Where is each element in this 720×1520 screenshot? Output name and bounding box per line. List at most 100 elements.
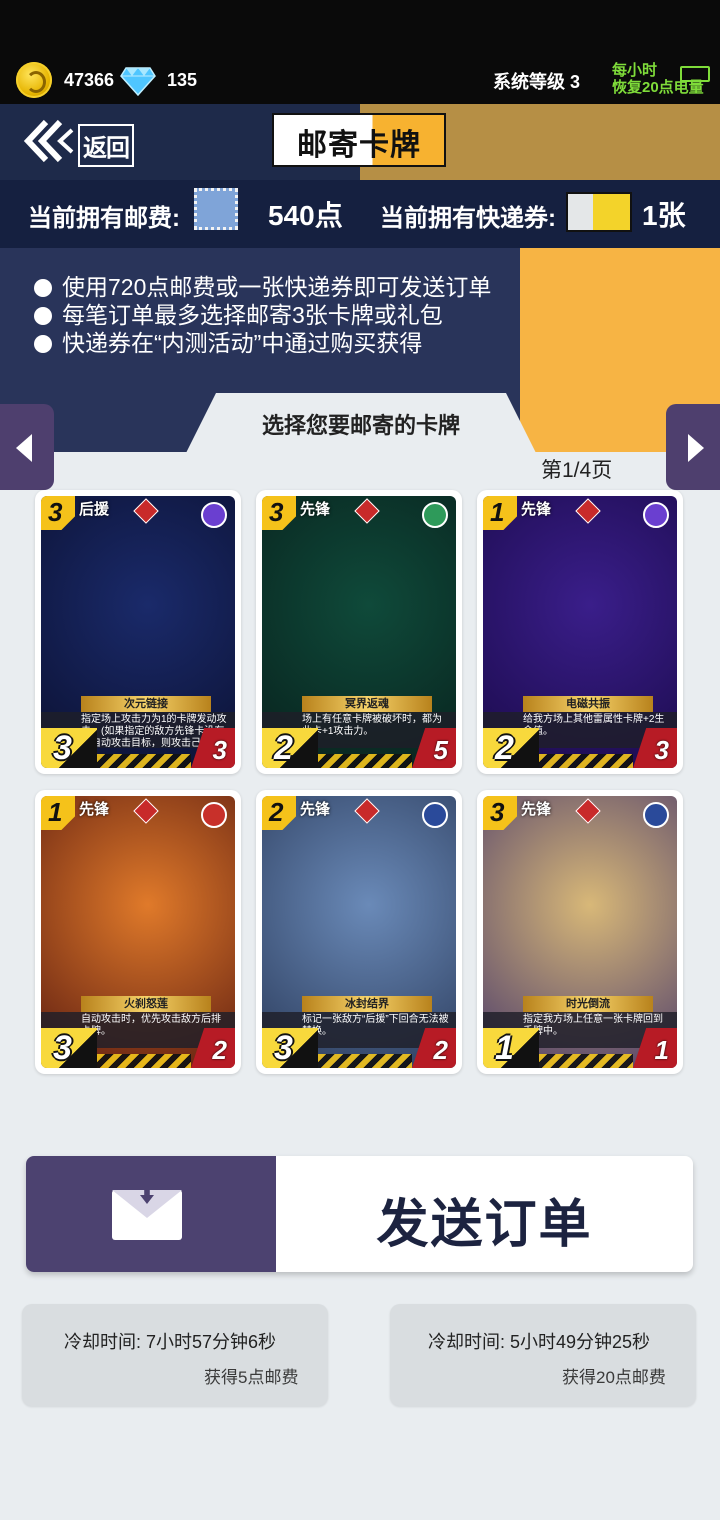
hazard-stripe (539, 1054, 633, 1068)
hazard-stripe (539, 754, 633, 768)
cooldown-box-2[interactable] (390, 1304, 696, 1406)
card-item[interactable]: 3 先锋 冥界返魂 场上有任意卡牌被破坏时，都为此卡+1攻击力。 2 5 (256, 490, 462, 774)
stamp-icon (194, 188, 238, 230)
bullet-icon (34, 335, 52, 353)
cooldown-box-1[interactable] (22, 1304, 328, 1406)
back-label[interactable]: 返回 (78, 124, 134, 167)
card-art: 3 先锋 冥界返魂 场上有任意卡牌被破坏时，都为此卡+1攻击力。 2 5 (262, 496, 456, 768)
postage-label: 当前拥有邮费: (28, 205, 180, 232)
system-level: 系统等级 3 (493, 72, 581, 92)
card-cost: 1 (490, 497, 505, 527)
card-name: 时光倒流 (523, 996, 653, 1012)
class-icon (133, 798, 159, 824)
voucher-value: 1张 (642, 200, 686, 231)
cooldown-reward: 获得5点邮费 (204, 1368, 299, 1387)
info-line: 每笔订单最多选择邮寄3张卡牌或礼包 (34, 301, 443, 329)
card-attack: 3 (53, 729, 72, 767)
coin-count: 47366 (64, 70, 115, 90)
card-name: 电磁共振 (523, 696, 653, 712)
hazard-stripe (97, 754, 191, 768)
card-health: 3 (212, 735, 227, 765)
card-name: 冥界返魂 (302, 696, 432, 712)
card-item[interactable]: 3 后援 次元链接 指定场上攻击力为1的卡牌发动攻击。(如果指定的敌方先锋卡没有可自动… (35, 490, 241, 774)
card-art: 2先锋冰封结界标记一张敌方“后援”下回合无法被替换。32 (262, 796, 456, 1068)
card-name: 火刹怒莲 (81, 996, 211, 1012)
card-cost-badge: 3 (483, 796, 517, 830)
card-health: 1 (654, 1035, 669, 1065)
card-cost-badge: 1 (41, 796, 75, 830)
page-indicator: 第1/4页 (541, 459, 613, 482)
class-icon (354, 798, 380, 824)
card-name: 冰封结界 (302, 996, 432, 1012)
card-art: 1先锋电磁共振给我方场上其他雷属性卡牌+2生命值。23 (483, 496, 677, 768)
send-order-label[interactable]: 发送订单 (276, 1182, 693, 1257)
arrow-right-icon (688, 434, 704, 462)
card-item[interactable]: 1先锋火刹怒莲自动攻击时，优先攻击敌方后排卡牌。32 (35, 790, 241, 1074)
element-icon (201, 502, 227, 528)
card-type: 先锋 (79, 801, 110, 818)
card-attack-badge: 3 (262, 1028, 318, 1068)
card-attack: 3 (274, 1029, 293, 1067)
hazard-stripe (318, 1054, 412, 1068)
card-cost: 3 (490, 797, 505, 827)
ticket-notch (290, 1164, 304, 1178)
card-health: 2 (433, 1035, 448, 1065)
card-cost: 2 (269, 797, 284, 827)
card-item[interactable]: 3 先锋 时光倒流 指定我方场上任意一张卡牌回到手牌中。 1 1 (477, 790, 683, 1074)
prev-page-button[interactable] (0, 404, 54, 490)
card-art: 3 先锋 时光倒流 指定我方场上任意一张卡牌回到手牌中。 1 1 (483, 796, 677, 1068)
card-cost: 1 (48, 797, 63, 827)
card-type: 先锋 (521, 801, 552, 818)
card-attack: 1 (495, 1029, 514, 1067)
bullet-icon (34, 279, 52, 297)
class-icon (575, 498, 601, 524)
next-page-button[interactable] (666, 404, 720, 490)
postage-value: 540点 (268, 200, 343, 231)
card-cost: 3 (48, 497, 63, 527)
arrow-left-icon (16, 434, 32, 462)
element-icon (201, 802, 227, 828)
card-cost: 3 (269, 497, 284, 527)
card-cost-badge: 3 (41, 496, 75, 530)
hazard-stripe (318, 754, 412, 768)
class-icon (133, 498, 159, 524)
element-icon (422, 502, 448, 528)
card-item[interactable]: 2先锋冰封结界标记一张敌方“后援”下回合无法被替换。32 (256, 790, 462, 1074)
battery-icon (680, 66, 710, 82)
diamond-icon (120, 67, 156, 96)
card-attack-badge: 2 (262, 728, 318, 768)
card-attack: 3 (53, 1029, 72, 1067)
class-icon (354, 498, 380, 524)
gem-count: 135 (167, 70, 198, 90)
class-icon (575, 798, 601, 824)
element-icon (643, 502, 669, 528)
info-line: 快递券在“内测活动”中通过购买获得 (34, 329, 422, 357)
cooldown-time: 冷却时间: 5小时49分钟25秒 (428, 1332, 651, 1352)
card-health: 3 (654, 735, 669, 765)
element-icon (643, 802, 669, 828)
coin-icon (16, 62, 52, 98)
express-voucher-icon (566, 192, 632, 232)
info-line: 使用720点邮费或一张快递券即可发送订单 (34, 273, 491, 301)
card-attack-badge: 1 (483, 1028, 539, 1068)
card-cost-badge: 1 (483, 496, 517, 530)
card-cost-badge: 2 (262, 796, 296, 830)
voucher-label: 当前拥有快递券: (380, 205, 556, 232)
card-attack-badge: 3 (41, 1028, 97, 1068)
card-type: 先锋 (300, 801, 331, 818)
card-art: 3 后援 次元链接 指定场上攻击力为1的卡牌发动攻击。(如果指定的敌方先锋卡没有可自动… (41, 496, 235, 768)
card-type: 先锋 (300, 501, 331, 518)
card-item[interactable]: 1先锋电磁共振给我方场上其他雷属性卡牌+2生命值。23 (477, 490, 683, 774)
card-attack: 2 (495, 729, 514, 767)
card-health: 5 (433, 735, 448, 765)
card-attack-badge: 2 (483, 728, 539, 768)
card-attack-badge: 3 (41, 728, 97, 768)
bullet-icon (34, 307, 52, 325)
back-chevron-icon (23, 119, 74, 163)
card-cost-badge: 3 (262, 496, 296, 530)
card-art: 1先锋火刹怒莲自动攻击时，优先攻击敌方后排卡牌。32 (41, 796, 235, 1068)
cooldown-time: 冷却时间: 7小时57分钟6秒 (64, 1332, 277, 1352)
selection-title: 选择您要邮寄的卡牌 (261, 413, 460, 438)
card-type: 先锋 (521, 501, 552, 518)
card-health: 2 (212, 1035, 227, 1065)
